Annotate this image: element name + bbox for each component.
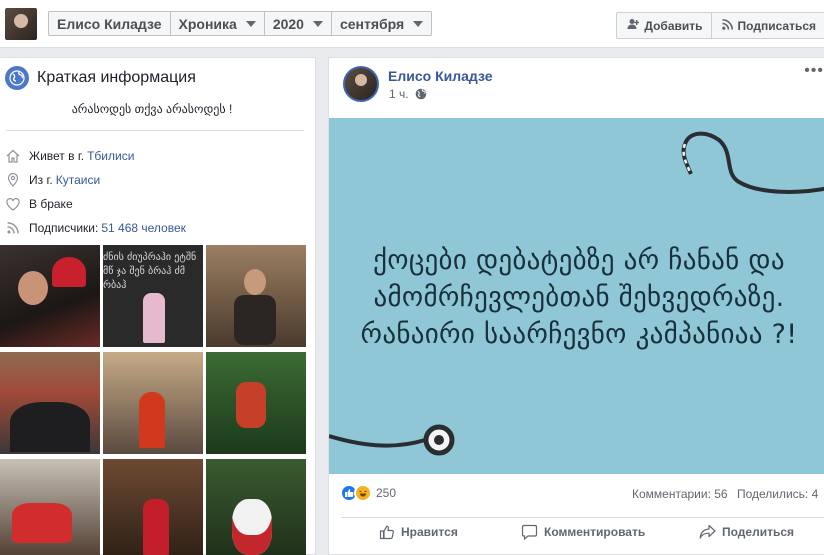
- photo-thumbnail[interactable]: [0, 459, 100, 555]
- intro-info-list: Живет в г. Тбилиси Из г. Кутаиси В браке…: [5, 144, 186, 240]
- subscribe-button[interactable]: Подписаться: [712, 13, 824, 38]
- comment-label: Комментировать: [544, 525, 646, 539]
- subscribe-label: Подписаться: [737, 18, 816, 33]
- rss-icon: [721, 18, 733, 33]
- post-card: Елисо Киладзе 1 ч. ••• ქოცები დებატებზე …: [328, 57, 824, 555]
- intro-card: Краткая информация არასოდეს თქვა არასოდე…: [0, 57, 316, 555]
- from-item: Из г. Кутаиси: [5, 168, 186, 192]
- post-timestamp[interactable]: 1 ч.: [389, 87, 409, 101]
- photo-thumbnail[interactable]: [103, 459, 203, 555]
- add-person-icon: [627, 18, 640, 33]
- intro-header: Краткая информация: [5, 66, 196, 90]
- haha-reaction-icon: [354, 484, 372, 502]
- photo-thumbnail[interactable]: [103, 245, 203, 347]
- post-stats: 250 Комментарии: 56 Поделились: 4: [329, 476, 824, 512]
- breadcrumb-month-label: сентября: [339, 15, 405, 32]
- followers-prefix: Подписчики:: [29, 221, 99, 235]
- chevron-down-icon: [245, 20, 256, 27]
- more-options-icon[interactable]: •••: [804, 62, 824, 80]
- rss-icon: [5, 222, 21, 234]
- globe-icon[interactable]: [415, 88, 427, 100]
- bio-text: არასოდეს თქვა არასოდეს !: [71, 102, 233, 116]
- relationship-item: В браке: [5, 192, 186, 216]
- lives-in-prefix: Живет в г.: [29, 149, 85, 163]
- breadcrumb-profile-label: Елисо Киладзе: [57, 15, 162, 32]
- heart-icon: [5, 197, 21, 211]
- lives-in-city-link[interactable]: Тбилиси: [87, 149, 134, 163]
- photo-thumbnail[interactable]: [206, 352, 306, 454]
- comment-icon: [521, 524, 538, 540]
- photo-thumbnail[interactable]: [0, 245, 100, 347]
- profile-avatar-small[interactable]: [5, 8, 37, 40]
- comments-count-link[interactable]: Комментарии: 56: [632, 487, 728, 501]
- post-author-name[interactable]: Елисо Киладзе: [388, 68, 493, 84]
- add-friend-label: Добавить: [644, 18, 703, 33]
- share-label: Поделиться: [722, 525, 795, 539]
- like-label: Нравится: [401, 525, 458, 539]
- breadcrumb-year-label: 2020: [272, 15, 304, 32]
- followers-item: Подписчики: 51 468 человек: [5, 216, 186, 240]
- photo-thumbnail[interactable]: [206, 245, 306, 347]
- breadcrumb-timeline-label: Хроника: [178, 15, 237, 32]
- post-engagement: Комментарии: 56 Поделились: 4: [632, 487, 824, 501]
- followers-link[interactable]: 51 468 человек: [101, 221, 186, 235]
- lives-in-item: Живет в г. Тбилиси: [5, 144, 186, 168]
- reactions-summary[interactable]: 250: [340, 484, 396, 502]
- comment-button[interactable]: Комментировать: [521, 524, 645, 540]
- post-actions: Нравится Комментировать Поделиться: [341, 524, 824, 548]
- timeline-nav-bar: Елисо Киладзе Хроника 2020 сентября Доба…: [0, 0, 824, 48]
- chevron-down-icon: [413, 20, 424, 27]
- from-prefix: Из г.: [29, 173, 53, 187]
- photo-grid: [0, 245, 308, 555]
- post-image[interactable]: ქოცები დებატებზე არ ჩანან და ამომრჩევლებ…: [329, 118, 824, 474]
- photo-thumbnail[interactable]: [206, 459, 306, 555]
- divider: [341, 517, 824, 518]
- share-button[interactable]: Поделиться: [699, 524, 794, 540]
- add-friend-button[interactable]: Добавить: [617, 13, 712, 38]
- chevron-down-icon: [312, 20, 323, 27]
- intro-title: Краткая информация: [37, 69, 196, 86]
- relationship-label: В браке: [29, 197, 73, 211]
- post-meta: 1 ч.: [389, 87, 427, 101]
- share-arrow-icon: [699, 524, 716, 540]
- photo-thumbnail[interactable]: [103, 352, 203, 454]
- thumbs-up-icon: [379, 524, 395, 540]
- shares-count-link[interactable]: Поделились: 4: [737, 487, 818, 501]
- from-city-link[interactable]: Кутаиси: [56, 173, 100, 187]
- breadcrumb-month-dropdown[interactable]: сентября: [332, 12, 431, 35]
- breadcrumb-timeline-dropdown[interactable]: Хроника: [171, 12, 265, 35]
- breadcrumb-year-dropdown[interactable]: 2020: [265, 12, 332, 35]
- photo-thumbnail[interactable]: [0, 352, 100, 454]
- breadcrumb: Елисо Киладзе Хроника 2020 сентября: [48, 11, 433, 36]
- post-image-text: ქოცები დებატებზე არ ჩანან და ამომრჩევლებ…: [360, 245, 798, 350]
- home-icon: [5, 149, 21, 163]
- breadcrumb-profile-name[interactable]: Елисо Киладзе: [49, 12, 171, 35]
- profile-actions: Добавить Подписаться: [616, 12, 824, 39]
- divider: [6, 130, 304, 131]
- location-pin-icon: [5, 173, 21, 187]
- reactions-count: 250: [376, 486, 397, 500]
- like-button[interactable]: Нравится: [379, 524, 458, 540]
- globe-icon: [5, 66, 29, 90]
- post-author-avatar[interactable]: [343, 66, 379, 102]
